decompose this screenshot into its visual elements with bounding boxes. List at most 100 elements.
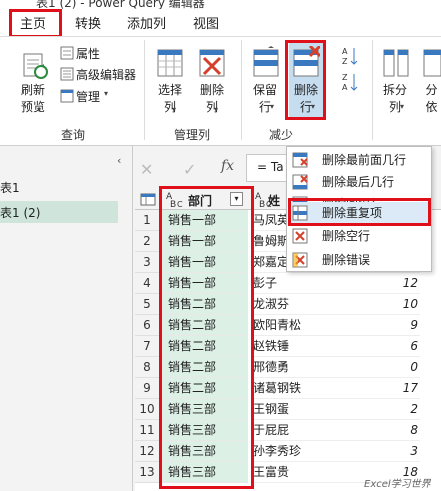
chevron-down-icon: ▾ xyxy=(311,102,316,111)
cell-dept[interactable]: 销售二部 xyxy=(162,357,248,378)
menu-item-remove-duplicates[interactable]: 删除重复项 xyxy=(288,202,430,224)
tab-add-column[interactable]: 添加列 xyxy=(127,13,166,32)
cell-value[interactable]: 8 xyxy=(332,420,420,441)
svg-text:Z: Z xyxy=(342,57,348,66)
watermark: Excel学习世界 xyxy=(364,479,431,490)
manage-button[interactable]: 管理 xyxy=(76,88,100,105)
advanced-editor-button[interactable]: 高级编辑器 xyxy=(76,66,136,83)
cell-dept[interactable]: 销售一部 xyxy=(162,231,248,252)
formula-input[interactable]: = Ta xyxy=(246,154,291,182)
tab-home[interactable]: 主页 xyxy=(20,13,47,32)
cell-name[interactable]: 王钢蛋 xyxy=(252,399,332,420)
cell-value[interactable]: 9 xyxy=(332,315,420,336)
row-number: 9 xyxy=(135,378,160,399)
choose-columns-icon[interactable] xyxy=(156,48,184,81)
split-column-label[interactable]: 拆分 列 xyxy=(380,82,410,116)
column-header-name[interactable]: 姓 xyxy=(268,192,280,209)
cell-name[interactable]: 王富贵 xyxy=(252,462,332,483)
group-label-manage-columns: 管理列 xyxy=(174,128,211,142)
cell-name[interactable]: 邢德勇 xyxy=(252,357,332,378)
remove-rows-label[interactable]: 删除 行 xyxy=(291,82,321,116)
cell-dept[interactable]: 销售一部 xyxy=(162,210,248,231)
cell-dept[interactable]: 销售二部 xyxy=(162,378,248,399)
keep-rows-icon[interactable] xyxy=(252,46,280,81)
cancel-formula-icon[interactable]: ✕ xyxy=(140,160,153,179)
tab-transform[interactable]: 转换 xyxy=(75,13,101,32)
title-bar: 表1 (2) - Power Query 编辑器 xyxy=(0,0,441,9)
cell-dept[interactable]: 销售三部 xyxy=(162,441,248,462)
collapse-pane-icon[interactable]: ‹ xyxy=(117,154,121,167)
cell-value[interactable]: 17 xyxy=(332,378,420,399)
query-item-selected[interactable]: 表1 (2) xyxy=(0,201,118,223)
split-column-icon[interactable] xyxy=(382,46,410,81)
remove-top-rows-icon xyxy=(292,152,308,168)
cell-name[interactable]: 赵铁锤 xyxy=(252,336,332,357)
svg-text:A: A xyxy=(342,47,348,56)
cell-name[interactable]: 欧阳青松 xyxy=(252,315,332,336)
sort-ascending-icon[interactable]: AZ xyxy=(342,46,358,69)
confirm-formula-icon[interactable]: ✓ xyxy=(183,160,196,179)
cell-value[interactable]: 3 xyxy=(332,441,420,462)
refresh-icon[interactable] xyxy=(22,52,50,83)
text-type-icon[interactable]: ABC xyxy=(166,190,186,211)
menu-item-remove-top-rows[interactable]: 删除最前面几行 xyxy=(288,149,430,171)
remove-errors-icon xyxy=(292,252,308,268)
chevron-down-icon: ▾ xyxy=(172,105,177,114)
cell-dept[interactable]: 销售二部 xyxy=(162,315,248,336)
cell-dept[interactable]: 销售一部 xyxy=(162,252,248,273)
menu-item-remove-errors[interactable]: 删除错误 xyxy=(288,249,430,271)
cell-dept[interactable]: 销售一部 xyxy=(162,273,248,294)
cell-dept[interactable]: 销售三部 xyxy=(162,420,248,441)
remove-columns-icon[interactable] xyxy=(198,48,226,81)
cell-name[interactable]: 龙淑芬 xyxy=(252,294,332,315)
cell-dept[interactable]: 销售二部 xyxy=(162,294,248,315)
refresh-preview-label[interactable]: 刷新 预览 xyxy=(16,82,50,116)
ribbon-divider xyxy=(144,40,145,140)
ribbon-divider xyxy=(241,40,242,140)
cell-dept[interactable]: 销售二部 xyxy=(162,336,248,357)
chevron-down-icon: ▾ xyxy=(104,89,109,98)
fx-label: fx xyxy=(221,158,235,174)
cell-name[interactable]: 彭子 xyxy=(252,273,332,294)
cell-name[interactable]: 于屁屁 xyxy=(252,420,332,441)
group-label-reduce: 减少 xyxy=(269,128,294,142)
sort-descending-icon[interactable]: ZA xyxy=(342,72,358,95)
row-number: 12 xyxy=(135,441,160,462)
cell-value[interactable]: 0 xyxy=(332,357,420,378)
table-menu-icon[interactable] xyxy=(140,193,156,209)
cell-value[interactable]: 10 xyxy=(332,294,420,315)
column-header-dept[interactable]: 部门 xyxy=(188,192,212,209)
properties-icon xyxy=(60,46,74,63)
group-by-label[interactable]: 分 依 xyxy=(422,82,441,116)
remove-columns-label[interactable]: 删除 列 xyxy=(197,82,227,116)
choose-columns-label[interactable]: 选择 列 xyxy=(155,82,185,116)
column-filter-icon[interactable]: ▾ xyxy=(230,192,243,206)
row-number: 5 xyxy=(135,294,160,315)
cell-dept[interactable]: 销售三部 xyxy=(162,399,248,420)
ribbon-divider xyxy=(372,40,373,140)
chevron-down-icon: ▾ xyxy=(37,105,42,114)
menu-item-remove-bottom-rows[interactable]: 删除最后几行 xyxy=(288,171,430,193)
group-label-query: 查询 xyxy=(61,128,86,142)
keep-rows-label[interactable]: 保留 行 xyxy=(250,82,280,116)
properties-button[interactable]: 属性 xyxy=(76,45,100,62)
menu-item-remove-blank-rows[interactable]: 删除空行 xyxy=(288,225,430,247)
svg-text:Z: Z xyxy=(342,73,348,82)
cell-dept[interactable]: 销售三部 xyxy=(162,462,248,483)
tab-view[interactable]: 视图 xyxy=(193,13,219,32)
manage-icon xyxy=(60,89,74,106)
group-by-icon[interactable] xyxy=(422,46,441,81)
row-number: 4 xyxy=(135,273,160,294)
query-item[interactable]: 表1 xyxy=(0,179,20,196)
cell-value[interactable]: 2 xyxy=(332,399,420,420)
cell-value[interactable]: 12 xyxy=(332,273,420,294)
queries-pane: ‹ 表1 表1 (2) xyxy=(0,146,133,491)
svg-text:C: C xyxy=(177,200,183,208)
row-number: 7 xyxy=(135,336,160,357)
remove-rows-icon[interactable] xyxy=(292,44,322,81)
cell-value[interactable]: 6 xyxy=(332,336,420,357)
chevron-down-icon: ▾ xyxy=(400,102,405,111)
cell-name[interactable]: 诸葛钢铁 xyxy=(252,378,332,399)
cell-name[interactable]: 孙李秀珍 xyxy=(252,441,332,462)
remove-bottom-rows-icon xyxy=(292,174,308,190)
